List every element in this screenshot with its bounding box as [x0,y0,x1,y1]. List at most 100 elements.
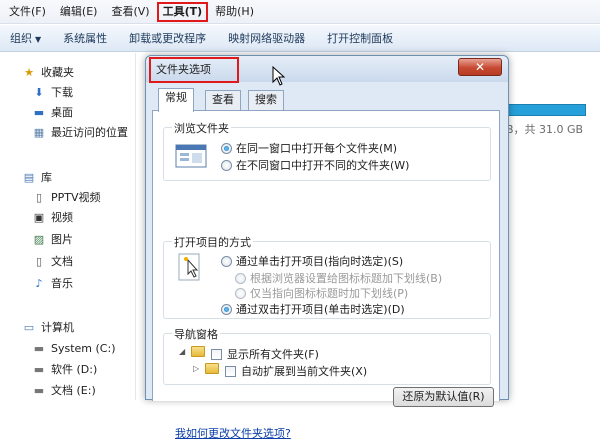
drive-usage-bar [506,104,586,116]
mouse-cursor-icon [272,66,286,86]
dialog-titlebar[interactable]: 文件夹选项 ✕ [146,56,508,83]
sidebar-label: 桌面 [51,106,73,119]
nav-tree-folder-collapsed: ▷ [193,363,225,374]
sidebar-label: 最近访问的位置 [51,126,128,139]
drive-icon: ▬ [33,383,45,397]
recent-places-icon: ▦ [33,125,45,139]
sidebar-label: 音乐 [51,277,73,290]
sidebar-item-pptv-video[interactable]: ▯ PPTV视频 [32,188,101,206]
sidebar-favorites[interactable]: ★ 收藏夹 [22,63,74,81]
click-items-illustration [178,253,200,281]
drive-icon: ▬ [33,341,45,355]
navigation-pane: ★ 收藏夹 ⬇ 下载 ▬ 桌面 ▦ 最近访问的位置 ▤ 库 ▯ PPTV视频 ▣ 视频 ▨ 图片… [0,53,136,400]
desktop-icon: ▬ [33,105,45,119]
map-network-drive-button[interactable]: 映射网络驱动器 [228,30,305,46]
checkbox-indicator [225,365,236,377]
sidebar-item-drive-e[interactable]: ▬ 文档 (E:) [32,381,96,399]
option-label: 通过双击打开项目(单击时选定)(D) [236,303,405,316]
help-link[interactable]: 我如何更改文件夹选项? [175,425,291,441]
option-label: 通过单击打开项目(指向时选定)(S) [236,255,404,268]
radio-indicator [235,287,246,299]
nav-tree-folder-expanded: ◢ [179,346,211,357]
group-legend: 打开项目的方式 [172,234,253,250]
radio-indicator [235,272,246,284]
sidebar-label: 软件 (D:) [51,363,98,376]
folder-options-dialog: 文件夹选项 ✕ 常规 查看 搜索 浏览文件夹 在同一窗口中打开每个文件夹(M) … [145,55,509,440]
folder-icon [205,363,219,374]
sidebar-item-videos[interactable]: ▣ 视频 [32,208,73,226]
menu-tools[interactable]: 工具(T) [156,1,209,22]
folder-icon [191,346,205,357]
checkbox-auto-expand[interactable]: 自动扩展到当前文件夹(X) [225,363,367,379]
sidebar-label: 图片 [51,233,73,246]
sidebar-label: 收藏夹 [41,66,74,79]
uninstall-program-button[interactable]: 卸载或更改程序 [129,30,206,46]
radio-underline-browser[interactable]: 根据浏览器设置给图标标题加下划线(B) [235,270,442,286]
sidebar-computer[interactable]: ▭ 计算机 [22,318,74,336]
computer-icon: ▭ [23,320,35,334]
download-icon: ⬇ [34,85,44,99]
radio-underline-hover[interactable]: 仅当指向图标标题时加下划线(P) [235,285,408,301]
picture-icon: ▨ [33,232,45,246]
menu-help[interactable]: 帮助(H) [208,2,261,22]
sidebar-item-recent-places[interactable]: ▦ 最近访问的位置 [32,123,128,141]
group-legend: 浏览文件夹 [172,120,231,136]
tab-general[interactable]: 常规 [158,88,194,112]
tree-expanded-icon: ◢ [179,347,186,356]
dialog-title: 文件夹选项 [149,57,239,83]
browse-folders-illustration [175,144,207,168]
sidebar-item-drive-d[interactable]: ▬ 软件 (D:) [32,360,97,378]
close-button[interactable]: ✕ [458,58,502,76]
organize-label: 组织 [10,32,32,45]
sidebar-label: PPTV视频 [51,191,101,204]
sidebar-item-music[interactable]: ♪ 音乐 [32,274,73,292]
menu-file[interactable]: 文件(F) [2,2,53,22]
chevron-down-icon: ▼ [35,35,42,44]
group-legend: 导航窗格 [172,326,220,342]
music-icon: ♪ [35,276,43,290]
sidebar-label: 下载 [51,86,73,99]
document-icon: ▯ [35,190,43,204]
option-label: 自动扩展到当前文件夹(X) [241,365,368,378]
sidebar-libraries[interactable]: ▤ 库 [22,168,52,186]
menu-edit[interactable]: 编辑(E) [53,2,105,22]
sidebar-item-documents[interactable]: ▯ 文档 [32,252,73,270]
radio-single-click[interactable]: 通过单击打开项目(指向时选定)(S) [221,253,403,269]
menu-view[interactable]: 查看(V) [104,2,156,22]
sidebar-label: 库 [41,171,52,184]
restore-defaults-button[interactable]: 还原为默认值(R) [393,387,494,407]
option-label: 在同一窗口中打开每个文件夹(M) [236,142,398,155]
library-icon: ▤ [23,170,35,184]
command-bar: 组织 ▼ 系统属性 卸载或更改程序 映射网络驱动器 打开控制面板 [0,25,600,52]
checkbox-indicator [211,348,222,360]
radio-different-window[interactable]: 在不同窗口中打开不同的文件夹(W) [221,157,409,173]
open-control-panel-button[interactable]: 打开控制面板 [327,30,393,46]
sidebar-item-pictures[interactable]: ▨ 图片 [32,230,73,248]
sidebar-item-drive-c[interactable]: ▬ System (C:) [32,339,116,357]
drive-icon: ▬ [33,362,45,376]
organize-button[interactable]: 组织 ▼ [10,30,41,46]
sidebar-label: System (C:) [51,341,116,355]
star-icon: ★ [24,65,34,79]
menu-bar: 文件(F) 编辑(E) 查看(V) 工具(T) 帮助(H) [0,0,600,24]
radio-indicator [221,255,232,267]
sidebar-label: 视频 [51,211,73,224]
radio-double-click[interactable]: 通过双击打开项目(单击时选定)(D) [221,301,405,317]
system-properties-button[interactable]: 系统属性 [63,30,107,46]
video-icon: ▣ [33,210,45,224]
radio-same-window[interactable]: 在同一窗口中打开每个文件夹(M) [221,140,397,156]
sidebar-item-downloads[interactable]: ⬇ 下载 [32,83,73,101]
checkbox-show-all-folders[interactable]: 显示所有文件夹(F) [211,346,319,362]
radio-indicator [221,303,232,315]
option-label: 根据浏览器设置给图标标题加下划线(B) [250,272,443,285]
sidebar-item-desktop[interactable]: ▬ 桌面 [32,103,73,121]
option-label: 在不同窗口中打开不同的文件夹(W) [236,159,410,172]
document-icon: ▯ [35,254,43,268]
sidebar-label: 文档 [51,255,73,268]
option-label: 显示所有文件夹(F) [227,348,319,361]
sidebar-label: 文档 (E:) [51,384,96,397]
drive-info-text: B，共 31.0 GB [506,123,584,136]
radio-indicator [221,159,232,171]
tab-search[interactable]: 搜索 [248,90,284,110]
tab-view[interactable]: 查看 [205,90,241,110]
